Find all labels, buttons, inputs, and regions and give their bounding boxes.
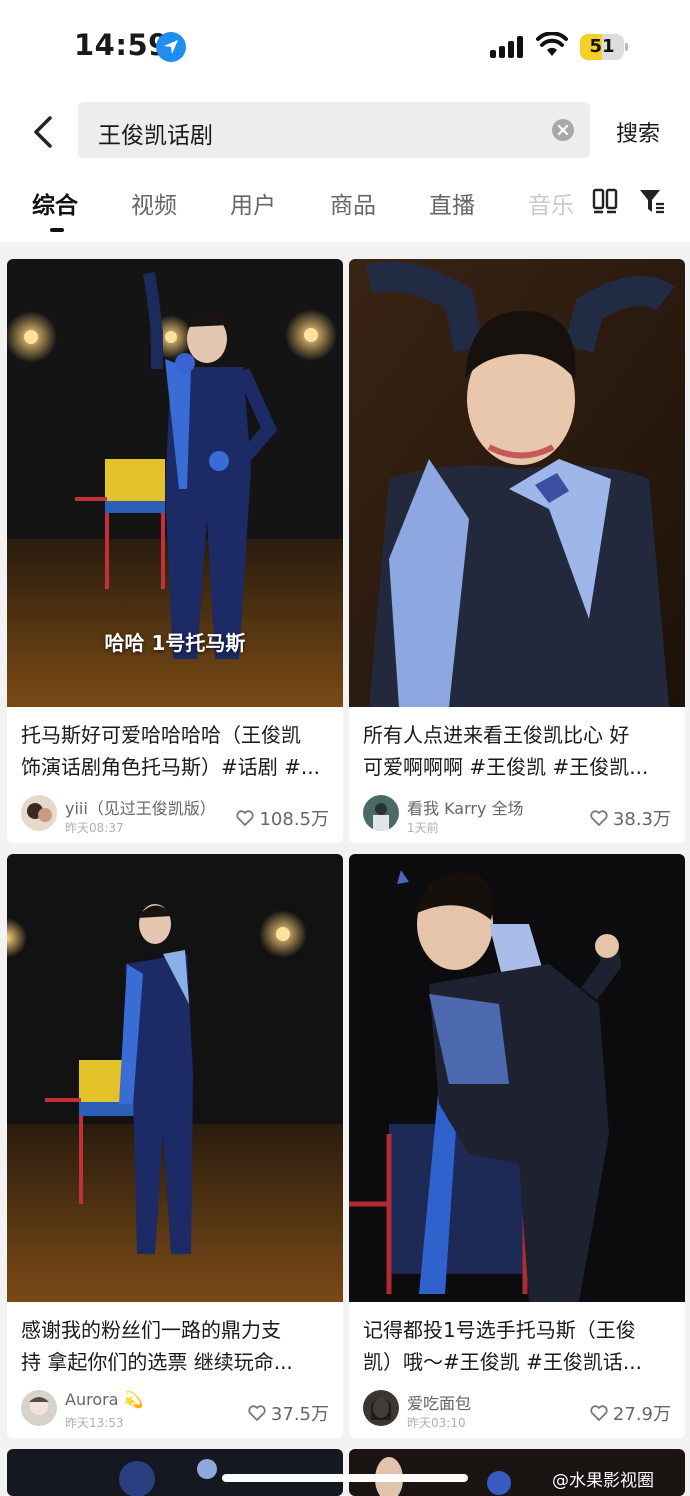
wifi-icon bbox=[536, 32, 568, 56]
tab-video[interactable]: 视频 bbox=[131, 186, 177, 220]
heart-outline-icon bbox=[236, 810, 255, 826]
filter-funnel-icon[interactable] bbox=[638, 188, 666, 214]
author-name[interactable]: yiii（见过王俊凯版） bbox=[65, 795, 216, 819]
home-indicator[interactable] bbox=[222, 1474, 468, 1482]
battery-indicator: 51 bbox=[580, 34, 628, 60]
like-count[interactable]: 37.5万 bbox=[247, 1400, 329, 1426]
result-card[interactable]: 哈哈 1号托马斯 托马斯好可爱哈哈哈哈（王俊凯 饰演话剧角色托马斯）#话剧 #.… bbox=[7, 259, 343, 843]
heart-outline-icon bbox=[590, 810, 608, 826]
video-thumbnail[interactable] bbox=[349, 854, 685, 1302]
clear-circle-icon[interactable] bbox=[552, 119, 574, 141]
heart-outline-icon bbox=[248, 1405, 266, 1421]
search-button[interactable]: 搜索 bbox=[616, 116, 660, 148]
video-caption: 哈哈 1号托马斯 bbox=[104, 631, 246, 655]
result-card[interactable] bbox=[7, 1449, 343, 1496]
status-time: 14:59 bbox=[74, 28, 169, 62]
search-input[interactable]: 王俊凯话剧 bbox=[78, 102, 590, 158]
tab-users[interactable]: 用户 bbox=[230, 186, 276, 220]
author-name[interactable]: 爱吃面包 bbox=[407, 1390, 471, 1414]
post-title[interactable]: 托马斯好可爱哈哈哈哈（王俊凯 饰演话剧角色托马斯）#话剧 #... bbox=[21, 719, 333, 783]
result-tabs: 综合 视频 用户 商品 直播 音乐 bbox=[0, 184, 690, 242]
search-header: 王俊凯话剧 搜索 综合 视频 用户 商品 直播 音乐 bbox=[0, 92, 690, 242]
search-query: 王俊凯话剧 bbox=[98, 123, 213, 149]
author-name[interactable]: Aurora 💫 bbox=[65, 1390, 144, 1409]
result-card[interactable]: 感谢我的粉丝们一路的鼎力支 持 拿起你们的选票 继续玩命... Aurora 💫… bbox=[7, 854, 343, 1438]
video-thumbnail[interactable] bbox=[7, 854, 343, 1302]
avatar[interactable] bbox=[363, 795, 399, 831]
two-column-layout-icon[interactable] bbox=[592, 188, 618, 214]
post-time: 昨天08:37 bbox=[65, 821, 124, 835]
post-time: 1天前 bbox=[407, 821, 439, 835]
like-count[interactable]: 38.3万 bbox=[589, 805, 671, 831]
chevron-left-icon[interactable] bbox=[26, 112, 62, 152]
tab-products[interactable]: 商品 bbox=[330, 186, 376, 220]
active-tab-indicator bbox=[50, 228, 64, 232]
author-name[interactable]: 看我 Karry 全场 bbox=[407, 795, 524, 819]
battery-percent: 51 bbox=[589, 36, 615, 57]
post-time: 昨天13:53 bbox=[65, 1416, 124, 1430]
tab-live[interactable]: 直播 bbox=[429, 186, 475, 220]
heart-outline-icon bbox=[590, 1405, 608, 1421]
result-card[interactable]: 记得都投1号选手托马斯（王俊 凯）哦～#王俊凯 #王俊凯话... 爱吃面包 昨天… bbox=[349, 854, 685, 1438]
avatar[interactable] bbox=[363, 1390, 399, 1426]
video-thumbnail[interactable]: 哈哈 1号托马斯 bbox=[7, 259, 343, 707]
like-count[interactable]: 27.9万 bbox=[589, 1400, 671, 1426]
like-count[interactable]: 108.5万 bbox=[235, 805, 329, 831]
location-arrow-icon bbox=[156, 32, 186, 62]
post-time: 昨天03:10 bbox=[407, 1416, 466, 1430]
result-card[interactable]: 所有人点进来看王俊凯比心 好 可爱啊啊啊 #王俊凯 #王俊凯... 看我 Kar… bbox=[349, 259, 685, 843]
post-title[interactable]: 感谢我的粉丝们一路的鼎力支 持 拿起你们的选票 继续玩命... bbox=[21, 1314, 333, 1378]
tab-music[interactable]: 音乐 bbox=[528, 186, 574, 220]
avatar[interactable] bbox=[21, 1390, 57, 1426]
video-thumbnail[interactable] bbox=[349, 259, 685, 707]
watermark: @水果影视圈 bbox=[552, 1471, 654, 1491]
tab-comprehensive[interactable]: 综合 bbox=[32, 186, 78, 220]
avatar[interactable] bbox=[21, 795, 57, 831]
status-bar: 14:59 51 bbox=[0, 0, 690, 92]
post-title[interactable]: 记得都投1号选手托马斯（王俊 凯）哦～#王俊凯 #王俊凯话... bbox=[363, 1314, 675, 1378]
cellular-signal-icon bbox=[490, 36, 526, 58]
post-title[interactable]: 所有人点进来看王俊凯比心 好 可爱啊啊啊 #王俊凯 #王俊凯... bbox=[363, 719, 675, 783]
